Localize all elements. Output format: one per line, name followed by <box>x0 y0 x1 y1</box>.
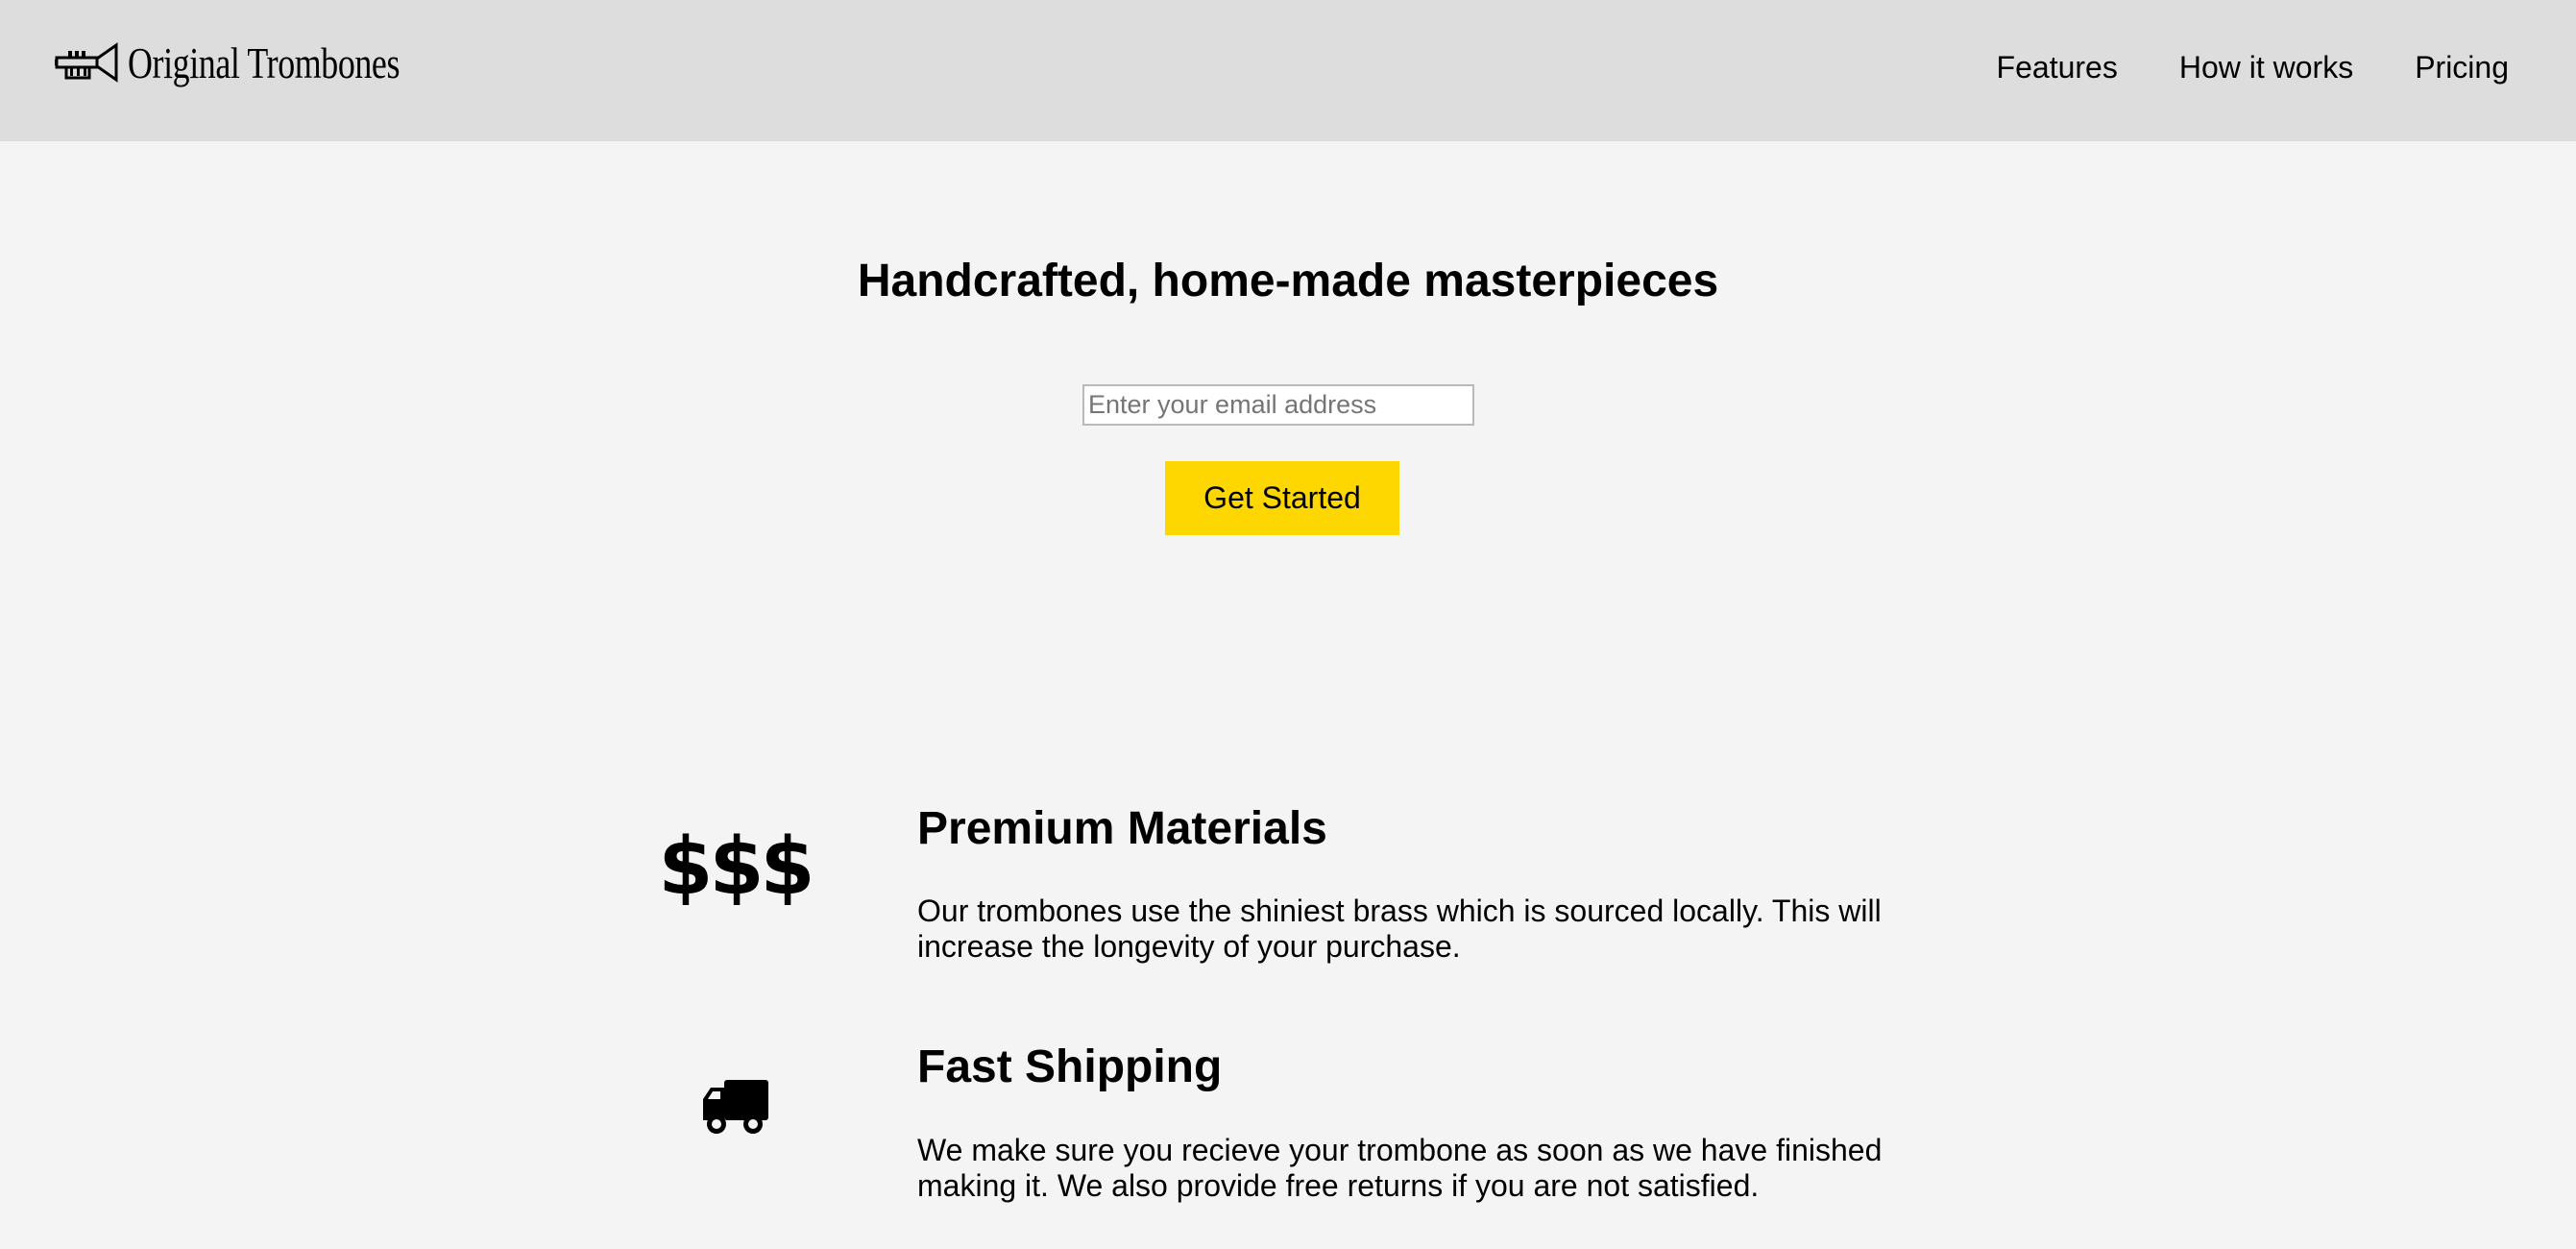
logo[interactable]: Original Trombones <box>55 29 476 96</box>
feature-description-fast-shipping: We make sure you recieve your trombone a… <box>917 1133 1883 1203</box>
hero-title: Handcrafted, home-made masterpieces <box>857 256 1719 306</box>
feature-title-fast-shipping: Fast Shipping <box>917 1041 1223 1092</box>
get-started-button[interactable]: Get Started <box>1165 461 1399 535</box>
dollar-icon: $$$ <box>658 821 814 913</box>
email-input[interactable] <box>1082 384 1474 426</box>
main-nav: Features How it works Pricing <box>1997 50 2509 86</box>
nav-link-features[interactable]: Features <box>1997 50 2118 86</box>
trumpet-icon <box>55 39 118 86</box>
truck-icon <box>699 1076 770 1138</box>
logo-text: Original Trombones <box>128 37 401 87</box>
site-header: Original Trombones Features How it works… <box>0 0 2576 141</box>
nav-link-pricing[interactable]: Pricing <box>2415 50 2509 86</box>
nav-link-how-it-works[interactable]: How it works <box>2179 50 2353 86</box>
feature-title-premium-materials: Premium Materials <box>917 803 1327 854</box>
feature-description-premium-materials: Our trombones use the shiniest brass whi… <box>917 894 1882 964</box>
